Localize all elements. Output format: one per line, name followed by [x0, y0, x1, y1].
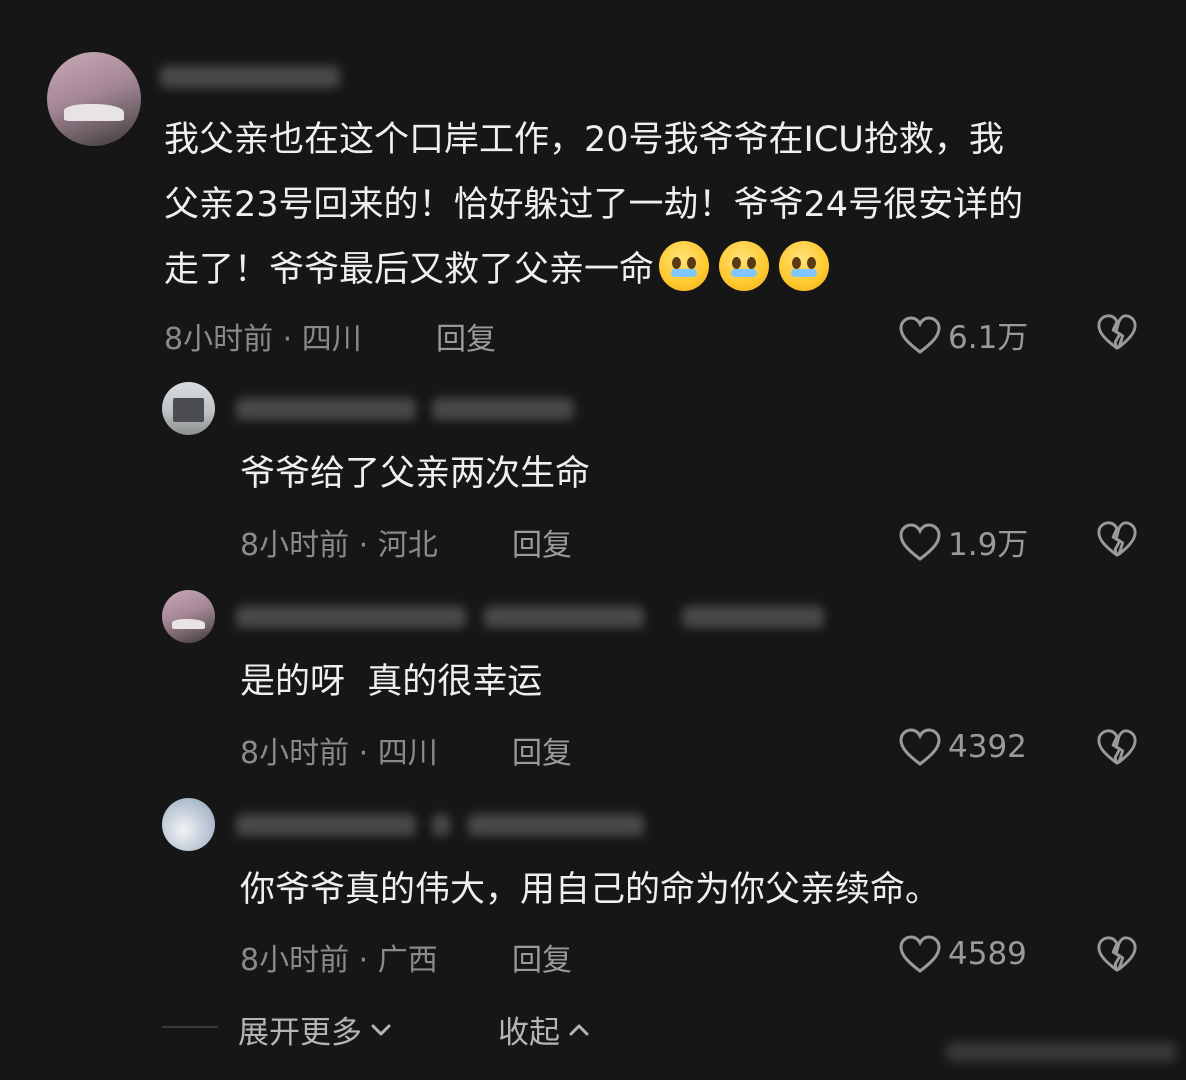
dislike-button[interactable]	[1096, 727, 1138, 767]
like-count: 4392	[948, 729, 1027, 765]
username-blurred[interactable]	[468, 814, 644, 836]
like-count: 6.1万	[948, 320, 1029, 356]
comment-line: 父亲23号回来的！恰好躲过了一劫！爷爷24号很安详的	[164, 185, 1024, 225]
crying-pleading-face-icon	[659, 241, 710, 291]
comment-text: 你爷爷真的伟大，用自己的命为你父亲续命。	[240, 870, 941, 910]
username-blurred[interactable]	[432, 814, 450, 836]
divider	[162, 1026, 218, 1028]
comment-text: 我父亲也在这个口岸工作，20号我爷爷在ICU抢救，我 父亲23号回来的！恰好躲过…	[164, 108, 1023, 303]
dislike-button[interactable]	[1096, 312, 1138, 352]
like-button[interactable]: 4392	[898, 727, 1027, 767]
chevron-up-icon	[569, 1024, 589, 1035]
reply-button[interactable]: 回复	[512, 520, 572, 564]
comment-line-text: 走了！爷爷最后又救了父亲一命	[164, 250, 655, 290]
comment-line: 走了！爷爷最后又救了父亲一命	[164, 238, 1023, 303]
dislike-button[interactable]	[1096, 519, 1138, 559]
username-blurred[interactable]	[236, 398, 416, 420]
username-blurred[interactable]	[236, 814, 416, 836]
broken-heart-icon	[1097, 314, 1137, 350]
username-blurred[interactable]	[432, 398, 574, 420]
like-button[interactable]: 6.1万	[898, 312, 1028, 357]
house-image	[172, 397, 205, 422]
reply-button[interactable]: 回复	[436, 314, 496, 358]
comment-time-location: 8小时前 · 河北	[240, 528, 438, 563]
collapse-label: 收起	[498, 1015, 560, 1051]
crying-pleading-face-icon	[719, 241, 770, 291]
dislike-button[interactable]	[1096, 934, 1138, 974]
comment-text: 是的呀 真的很幸运	[240, 662, 543, 702]
comment-time-location: 8小时前 · 广西	[240, 943, 438, 978]
comment-text: 爷爷给了父亲两次生命	[240, 454, 591, 494]
like-button[interactable]: 1.9万	[898, 519, 1028, 564]
car-image	[63, 103, 125, 121]
like-button[interactable]: 4589	[898, 934, 1027, 974]
avatar[interactable]	[162, 798, 215, 851]
heart-outline-icon	[899, 522, 941, 561]
heart-outline-icon	[899, 315, 941, 354]
comment-time-location: 8小时前 · 四川	[164, 322, 362, 357]
broken-heart-icon	[1097, 729, 1137, 765]
avatar[interactable]	[47, 52, 141, 146]
broken-heart-icon	[1097, 521, 1137, 557]
username-blurred[interactable]	[160, 66, 340, 88]
reply-button[interactable]: 回复	[512, 728, 572, 772]
crying-pleading-face-icon	[779, 241, 830, 291]
expand-more-label: 展开更多	[238, 1015, 362, 1051]
comment-time-location: 8小时前 · 四川	[240, 736, 438, 771]
like-count: 1.9万	[948, 527, 1029, 563]
car-image	[171, 619, 206, 629]
avatar[interactable]	[162, 382, 215, 435]
heart-outline-icon	[899, 935, 941, 973]
username-blurred[interactable]	[236, 606, 466, 628]
username-blurred[interactable]	[682, 606, 824, 628]
broken-heart-icon	[1097, 936, 1137, 972]
watermark-blurred	[946, 1042, 1176, 1062]
avatar[interactable]	[162, 590, 215, 643]
heart-outline-icon	[899, 728, 941, 766]
collapse-button[interactable]: 收起	[498, 1007, 590, 1052]
reply-button[interactable]: 回复	[512, 935, 572, 979]
like-count: 4589	[948, 936, 1027, 972]
expand-more-button[interactable]: 展开更多	[238, 1007, 392, 1052]
username-blurred[interactable]	[484, 606, 644, 628]
chevron-down-icon	[371, 1024, 391, 1035]
comment-line: 我父亲也在这个口岸工作，20号我爷爷在ICU抢救，我	[164, 120, 1004, 160]
